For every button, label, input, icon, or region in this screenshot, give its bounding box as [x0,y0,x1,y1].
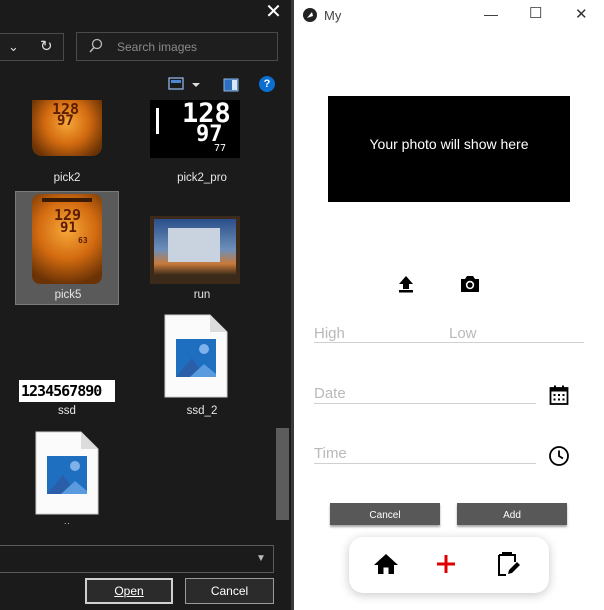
dialog-close-button[interactable]: ✕ [256,0,291,26]
photo-preview: Your photo will show here [328,96,570,202]
minimize-button[interactable]: — [484,6,498,22]
file-item[interactable]: 128 97 pick2 [15,100,119,204]
file-thumbnail: 129 91 63 [32,194,102,284]
window-title: My [324,8,342,23]
thumb-text: 77 [214,143,227,154]
file-item[interactable]: tt [15,425,119,524]
cancel-button[interactable]: Cancel [330,503,440,525]
file-name: ssd_2 [186,405,218,417]
file-name: pick2_pro [177,172,227,184]
file-thumbnail: 1234567890 [19,380,115,402]
thumb-window [168,228,220,262]
file-grid: 128 97 pick2 128 97 77 pick2_pro 129 91 … [0,100,274,524]
preview-pane-icon [223,78,239,92]
file-type-dropdown[interactable]: ▼ [0,545,274,573]
file-item[interactable]: run [150,191,254,305]
clock-icon[interactable] [548,445,570,467]
add-icon[interactable] [435,553,457,575]
file-name: ssd [58,405,76,417]
calendar-icon[interactable] [548,384,570,406]
search-box[interactable]: Search images [76,32,278,61]
time-input[interactable]: Time [314,445,347,462]
change-view-button[interactable] [168,77,204,93]
file-thumbnail [150,216,240,284]
kivy-logo-icon [307,12,313,18]
maximize-button[interactable]: ☐ [529,4,542,22]
app-logo-icon [303,8,317,22]
thumb-text: 97 [57,113,74,129]
file-item[interactable]: 1234567890 ssd [15,308,119,422]
file-item[interactable]: 128 97 77 pick2_pro [150,100,254,204]
camera-icon [461,276,479,292]
upload-icon [399,276,413,293]
file-thumbnail: 128 97 77 [150,100,240,158]
preview-pane-button[interactable] [223,78,239,92]
file-name: run [193,289,211,301]
clipboard-edit-icon[interactable] [495,550,521,577]
app-window: My — ☐ ✕ Your photo will show here High … [294,0,604,610]
file-thumbnail: 128 97 [32,100,102,156]
search-icon [89,38,103,53]
dialog-cancel-button[interactable]: Cancel [185,578,274,604]
home-icon[interactable] [373,552,399,576]
search-placeholder: Search images [117,40,198,54]
file-name: pick2 [53,172,81,184]
file-open-dialog: ✕ ⌄ ↻ Search images ? 128 97 pick2 128 9… [0,0,291,610]
address-bar[interactable]: ⌄ ↻ [0,33,64,61]
title-bar: My — ☐ ✕ [294,0,604,30]
thumb-mark [42,198,92,202]
refresh-icon[interactable]: ↻ [40,37,53,55]
file-name: pick5 [54,289,82,301]
file-item[interactable]: 129 91 63 pick5 [15,191,119,305]
view-icon [168,77,200,90]
add-button[interactable]: Add [457,503,567,525]
chevron-down-icon: ▼ [256,553,266,564]
low-input[interactable]: Low [449,325,477,342]
scrollbar-thumb[interactable] [276,428,289,520]
close-button[interactable]: ✕ [575,5,588,23]
open-button[interactable]: Open [85,578,173,604]
thumb-text: 91 [60,220,77,236]
image-file-icon [35,431,99,515]
high-low-underline [314,342,584,343]
help-icon[interactable]: ? [259,76,275,92]
chevron-down-icon[interactable]: ⌄ [8,39,19,55]
file-item[interactable]: ssd_2 [150,308,254,422]
thumb-text: 63 [78,236,88,245]
date-input[interactable]: Date [314,385,346,402]
bottom-navigation [349,537,549,593]
file-name: tt [15,522,119,524]
time-underline [314,463,536,464]
camera-button[interactable] [450,264,490,304]
date-underline [314,403,536,404]
high-input[interactable]: High [314,325,345,342]
thumb-mark [156,108,159,134]
upload-button[interactable] [386,264,426,304]
thumb-text: 1234567890 [21,382,102,400]
image-file-icon [164,314,228,398]
